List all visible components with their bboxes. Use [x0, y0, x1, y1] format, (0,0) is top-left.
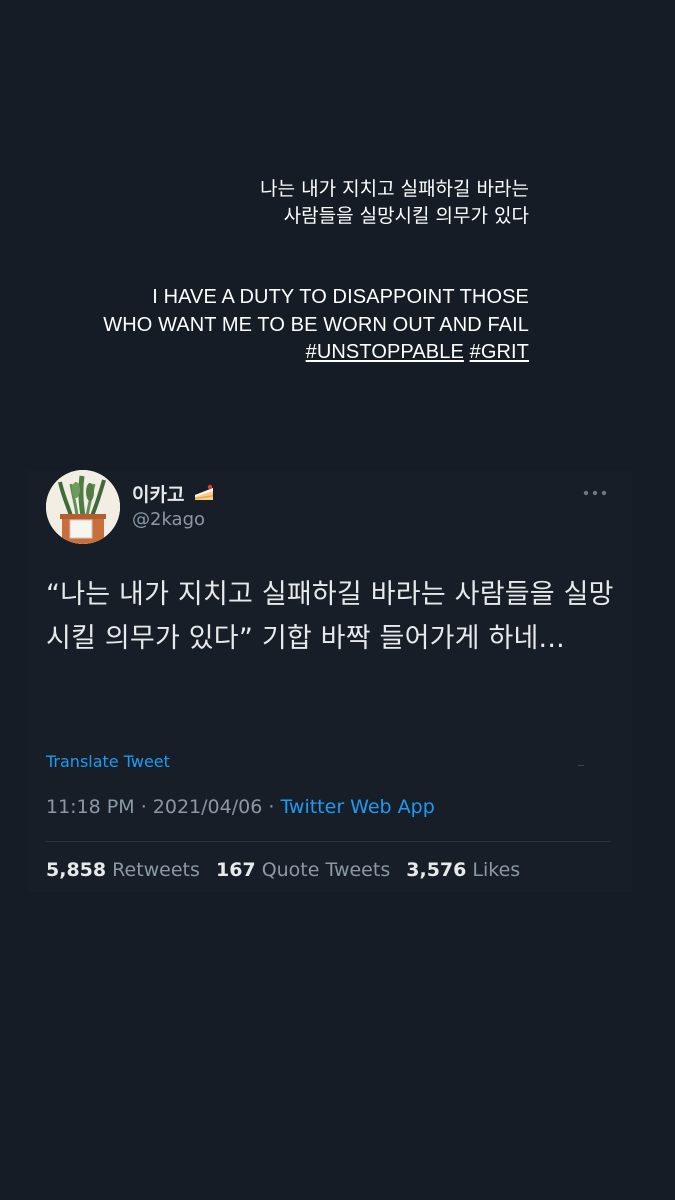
retweets-stat[interactable]: 5,858 Retweets	[46, 859, 200, 881]
quotes-count: 167	[215, 859, 256, 881]
likes-label: Likes	[472, 859, 521, 881]
story-caption-english: I HAVE A DUTY TO DISAPPOINT THOSE WHO WA…	[103, 284, 529, 367]
potted-cactus-avatar	[46, 470, 120, 544]
caption-english-line-1: I HAVE A DUTY TO DISAPPOINT THOSE	[152, 286, 529, 308]
likes-count: 3,576	[406, 859, 467, 881]
tweet-time[interactable]: 11:18 PM	[46, 796, 135, 818]
tweet-source-link[interactable]: Twitter Web App	[280, 796, 434, 818]
tweet-meta: 11:18 PM · 2021/04/06 · Twitter Web App	[46, 796, 435, 818]
quotes-label: Quote Tweets	[261, 859, 391, 881]
caption-hashtags: #UNSTOPPABLE #GRIT	[103, 339, 529, 367]
meta-separator: ·	[140, 796, 147, 818]
tweet-author-name[interactable]: 이카고	[132, 480, 215, 508]
caption-korean-line-1: 나는 내가 지치고 실패하길 바라는	[260, 178, 529, 200]
tweet-card: 이카고 @2kago “나는 내가 지치고 실패하길 바라는 사람들을 실망시킬…	[28, 470, 632, 892]
likes-stat[interactable]: 3,576 Likes	[406, 859, 520, 881]
cake-icon	[193, 483, 215, 508]
tweet-stats: 5,858 Retweets 167 Quote Tweets 3,576 Li…	[46, 859, 530, 881]
divider-mark	[578, 765, 584, 766]
story-caption-korean: 나는 내가 지치고 실패하길 바라는 사람들을 실망시킬 의무가 있다	[260, 176, 529, 230]
caption-korean-line-2: 사람들을 실망시킬 의무가 있다	[283, 205, 529, 227]
display-name-text: 이카고	[132, 484, 185, 506]
tweet-date[interactable]: 2021/04/06	[153, 796, 263, 818]
more-dots-icon[interactable]	[582, 488, 608, 498]
tweet-text: “나는 내가 지치고 실패하길 바라는 사람들을 실망시킬 의무가 있다” 기합…	[46, 579, 614, 654]
avatar[interactable]	[46, 470, 120, 544]
translate-tweet-link[interactable]: Translate Tweet	[46, 752, 170, 771]
stats-divider	[46, 841, 610, 842]
retweets-count: 5,858	[46, 859, 107, 881]
tweet-author-handle[interactable]: @2kago	[132, 509, 205, 530]
quote-tweets-stat[interactable]: 167 Quote Tweets	[216, 859, 390, 881]
meta-separator: ·	[268, 796, 275, 818]
caption-english-line-2: WHO WANT ME TO BE WORN OUT AND FAIL	[103, 313, 529, 336]
hashtag-grit[interactable]: #GRIT	[470, 341, 529, 363]
retweets-label: Retweets	[112, 859, 200, 881]
hashtag-unstoppable[interactable]: #UNSTOPPABLE	[306, 341, 464, 363]
